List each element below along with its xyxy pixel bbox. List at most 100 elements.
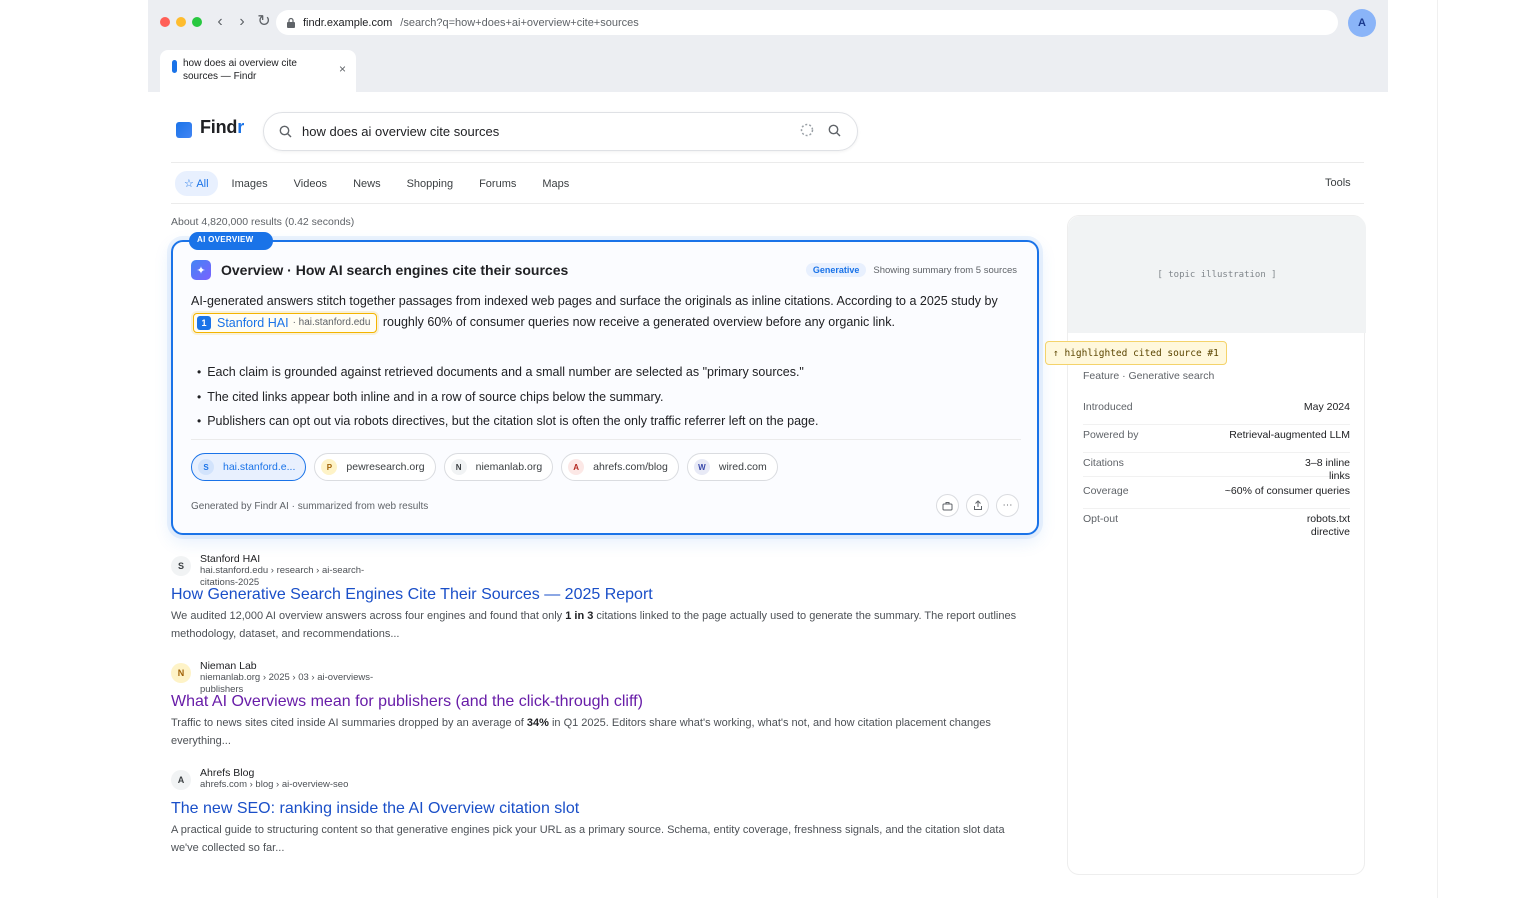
ai-overview-footer: Generated by Findr AI · summarized from … (191, 501, 429, 512)
source-chip-stanford[interactable]: S hai.stanford.e... (191, 453, 307, 481)
logo-mark-icon (176, 121, 192, 138)
tools-button[interactable]: Tools (1325, 177, 1351, 189)
chip-initial: N (450, 459, 467, 475)
browser-window: ‹ › ↻ findr.example.com /search?q=how+do… (148, 0, 1388, 898)
topic-illustration: [ topic illustration ] (1068, 216, 1366, 333)
minimize-window-button[interactable] (176, 17, 186, 27)
chip-label: pewresearch.org (346, 461, 425, 473)
chip-initial: S (198, 459, 214, 475)
result-title-link[interactable]: How Generative Search Engines Cite Their… (171, 585, 653, 605)
page-edge-divider (1437, 0, 1438, 898)
tabs-divider (171, 203, 1364, 204)
url-host: findr.example.com (303, 16, 393, 29)
search-result: S Stanford HAI hai.stanford.edu › resear… (171, 553, 1041, 640)
list-item: Publishers can opt out via robots direct… (197, 409, 818, 434)
ai-overview-header: ✦ Overview · How AI search engines cite … (191, 260, 568, 280)
forward-icon[interactable]: › (234, 12, 250, 32)
chip-initial: W (693, 459, 710, 475)
result-header[interactable]: S Stanford HAI hai.stanford.edu › resear… (171, 553, 1041, 588)
chip-initial: P (321, 459, 338, 475)
address-bar[interactable]: findr.example.com /search?q=how+does+ai+… (276, 10, 1338, 35)
ai-sparkle-icon: ✦ (191, 260, 211, 280)
tab-close-icon[interactable]: × (339, 62, 346, 92)
nav-controls: ‹ › ↻ (212, 12, 272, 32)
ai-overview-bullets: Each claim is grounded against retrieved… (197, 360, 818, 434)
knowledge-panel: [ topic illustration ] ↑ highlighted cit… (1045, 215, 1366, 875)
ai-actions: ⋯ (936, 494, 1019, 517)
chip-initial: A (568, 459, 585, 475)
ai-overview-card: AI OVERVIEW ✦ Overview · How AI search e… (171, 232, 1039, 535)
search-tabs: ☆ All Images Videos News Shopping Forums… (175, 171, 583, 196)
result-site-name: Ahrefs Blog (200, 767, 255, 779)
site-favicon-icon: S (171, 556, 191, 576)
share-button[interactable] (966, 494, 989, 517)
tab-news[interactable]: News (341, 172, 393, 196)
result-header[interactable]: N Nieman Lab niemanlab.org › 2025 › 03 ›… (171, 660, 1041, 695)
source-chip-pew[interactable]: P pewresearch.org (314, 453, 436, 481)
browser-chrome: ‹ › ↻ findr.example.com /search?q=how+do… (148, 0, 1388, 92)
url-path: /search?q=how+does+ai+overview+cite+sour… (400, 16, 639, 29)
tab-favicon-icon (172, 60, 177, 73)
chip-label: hai.stanford.e... (223, 461, 296, 473)
site-favicon-icon: N (171, 663, 191, 683)
highlight-callout: ↑ highlighted cited source #1 (1045, 341, 1227, 365)
result-header[interactable]: A Ahrefs Blog ahrefs.com › blog › ai-ove… (171, 767, 1041, 791)
chip-label: ahrefs.com/blog (593, 461, 668, 473)
ai-overview-title: Overview · How AI search engines cite th… (221, 262, 569, 278)
result-snippet: A practical guide to structuring content… (171, 824, 1005, 854)
list-item: The cited links appear both inline and i… (197, 385, 818, 410)
panel-row: Opt-out robots.txt directive (1083, 513, 1350, 538)
close-window-button[interactable] (160, 17, 170, 27)
maximize-window-button[interactable] (192, 17, 202, 27)
generative-badge: Generative (805, 263, 867, 277)
citation-number: 1 (197, 315, 211, 330)
tab-maps[interactable]: Maps (530, 172, 581, 196)
chip-label: niemanlab.org (475, 461, 543, 473)
logo-text: Findr (200, 117, 244, 137)
header-divider (171, 162, 1364, 163)
briefcase-icon (942, 501, 953, 510)
profile-avatar[interactable]: A (1348, 9, 1376, 37)
search-result: A Ahrefs Blog ahrefs.com › blog › ai-ove… (171, 767, 1041, 854)
source-chip-ahrefs[interactable]: A ahrefs.com/blog (561, 453, 679, 481)
result-site-name: Stanford HAI (200, 553, 261, 565)
loading-spinner-icon (800, 123, 814, 140)
search-input[interactable]: how does ai overview cite sources (263, 112, 858, 151)
panel-row: Introduced May 2024 (1083, 401, 1350, 425)
tab-all[interactable]: ☆ All (175, 171, 218, 196)
ai-divider (191, 439, 1021, 440)
tab-images[interactable]: Images (220, 172, 280, 196)
ai-overview-paragraph: AI-generated answers stitch together pas… (191, 291, 1021, 333)
search-query[interactable]: how does ai overview cite sources (302, 124, 800, 139)
source-chip-wired[interactable]: W wired.com (686, 453, 778, 481)
findr-logo[interactable]: Findr (176, 117, 244, 138)
share-icon (973, 500, 982, 510)
result-snippet: We audited 12,000 AI overview answers ac… (171, 610, 1017, 640)
panel-row: Citations 3–8 inline links (1083, 457, 1350, 482)
result-url: ahrefs.com › blog › ai-overview-seo (200, 779, 349, 790)
source-chip-nieman[interactable]: N niemanlab.org (443, 453, 554, 481)
result-snippet: Traffic to news sites cited inside AI su… (171, 717, 991, 747)
inline-citation[interactable]: 1 Stanford HAI · hai.stanford.edu (193, 312, 378, 333)
result-stats: About 4,820,000 results (0.42 seconds) (171, 216, 355, 228)
source-count: Showing summary from 5 sources (873, 264, 1017, 276)
sparkle-icon: ☆ (184, 178, 197, 190)
browser-tab[interactable]: how does ai overview cite sources — Find… (160, 50, 356, 92)
search-submit-icon[interactable] (828, 124, 841, 140)
tab-shopping[interactable]: Shopping (395, 172, 466, 196)
panel-row: Powered by Retrieval-augmented LLM (1083, 429, 1350, 453)
panel-row: Coverage ~60% of consumer queries (1083, 485, 1350, 509)
result-title-link[interactable]: What AI Overviews mean for publishers (a… (171, 692, 643, 712)
result-title-link[interactable]: The new SEO: ranking inside the AI Overv… (171, 799, 579, 819)
more-icon: ⋯ (1002, 500, 1013, 511)
tab-videos[interactable]: Videos (282, 172, 339, 196)
more-options-button[interactable]: ⋯ (996, 494, 1019, 517)
save-button[interactable] (936, 494, 959, 517)
back-icon[interactable]: ‹ (212, 12, 228, 32)
panel-subtitle: Feature · Generative search (1083, 370, 1215, 382)
reload-icon[interactable]: ↻ (256, 12, 272, 32)
tab-forums[interactable]: Forums (467, 172, 528, 196)
tab-title: how does ai overview cite sources — Find… (183, 58, 297, 82)
chip-label: wired.com (718, 461, 767, 473)
window-controls (160, 17, 202, 27)
